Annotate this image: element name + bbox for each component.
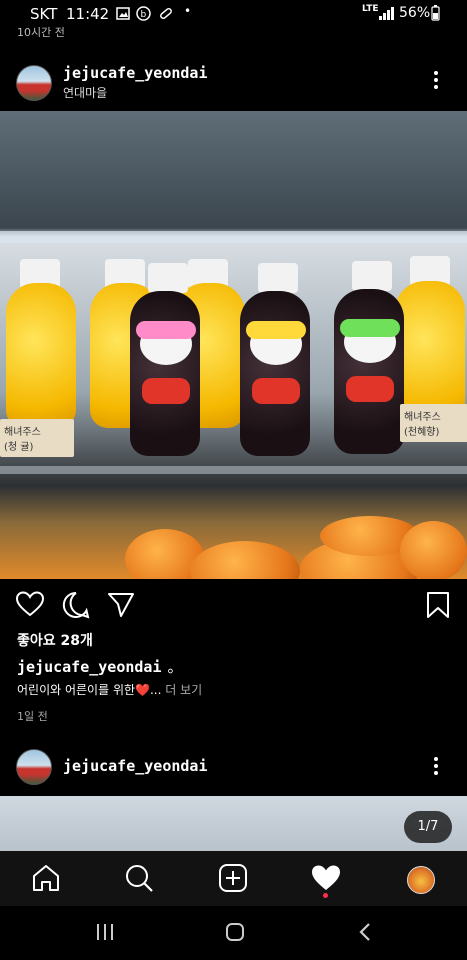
bottle-cap xyxy=(148,263,188,293)
likes-count[interactable]: 좋아요 28개 xyxy=(17,630,93,650)
caption-user-link[interactable]: jejucafe_yeondai xyxy=(17,658,162,676)
comment-button[interactable] xyxy=(62,591,90,619)
next-post-photo[interactable] xyxy=(0,796,467,851)
more-options-icon[interactable] xyxy=(432,755,440,782)
doll-scarf xyxy=(142,378,190,404)
previous-post-time: 10시간 전 xyxy=(17,26,65,39)
send-icon xyxy=(108,593,134,617)
status-bar: SKT 11:42 b • LTE 56% xyxy=(0,0,467,28)
add-icon[interactable] xyxy=(218,863,250,895)
shelf xyxy=(0,466,467,474)
home-icon[interactable] xyxy=(31,863,63,895)
orange xyxy=(400,521,467,579)
share-button[interactable] xyxy=(107,592,135,618)
b-icon: b xyxy=(136,6,151,21)
shelf xyxy=(0,231,467,243)
search-icon[interactable] xyxy=(124,863,156,895)
avatar[interactable] xyxy=(16,65,52,101)
post-time: 1일 전 xyxy=(17,710,48,723)
recents-icon[interactable] xyxy=(95,923,115,941)
bottle-cap xyxy=(258,263,298,293)
post-photo[interactable]: 해녀주스 (청 귤) 해녀주스 (천혜향) xyxy=(0,111,467,579)
doll-goggles xyxy=(136,321,196,339)
post-location[interactable]: 연대마을 xyxy=(63,84,107,101)
pill-icon xyxy=(160,8,172,19)
carousel-pager: 1/7 xyxy=(404,811,452,843)
comment-icon xyxy=(62,591,90,619)
doll-scarf xyxy=(252,378,300,404)
doll-goggles xyxy=(246,321,306,339)
doll-goggles xyxy=(340,319,400,337)
caption-text: 어린이와 어른이를 위한 xyxy=(17,683,136,697)
price-tag: 해녀주스 (천혜향) xyxy=(400,404,467,442)
carrier: SKT xyxy=(30,5,58,23)
save-button[interactable] xyxy=(426,591,450,619)
dot-icon: • xyxy=(184,4,192,18)
orange xyxy=(190,541,300,579)
battery-percent: 56% xyxy=(399,5,431,21)
network-type: LTE xyxy=(362,4,379,14)
avatar[interactable] xyxy=(16,749,52,785)
caption-ellipsis: ... xyxy=(149,683,162,697)
clock: 11:42 xyxy=(66,5,110,23)
heart-outline-icon xyxy=(16,591,44,617)
notification-dot xyxy=(323,893,328,898)
next-post-username[interactable]: jejucafe_yeondai xyxy=(63,757,208,775)
more-options-icon[interactable] xyxy=(432,69,440,96)
svg-text:b: b xyxy=(141,10,147,20)
caption-username: jejucafe_yeondai 。 xyxy=(17,656,183,677)
red-heart-emoji: ❤️ xyxy=(135,683,150,697)
gallery-icon xyxy=(116,7,130,20)
more-link[interactable]: 더 보기 xyxy=(165,683,202,697)
battery-icon xyxy=(431,5,440,21)
like-button[interactable] xyxy=(16,591,44,617)
haenyeo-bottle xyxy=(240,291,310,456)
home-button-icon[interactable] xyxy=(225,922,245,942)
haenyeo-bottle xyxy=(130,291,200,456)
heart-icon[interactable] xyxy=(311,864,343,896)
bottle-cap xyxy=(352,261,392,291)
profile-icon[interactable] xyxy=(407,866,435,894)
back-icon[interactable] xyxy=(358,922,372,942)
bookmark-icon xyxy=(427,592,449,618)
juice-bottle xyxy=(6,283,76,428)
price-tag: 해녀주스 (청 귤) xyxy=(0,419,74,457)
caption: 어린이와 어른이를 위한❤️... 더 보기 xyxy=(17,681,202,698)
doll-scarf xyxy=(346,376,394,402)
post-username[interactable]: jejucafe_yeondai xyxy=(63,64,208,82)
caption-mark: 。 xyxy=(167,658,183,676)
haenyeo-bottle xyxy=(334,289,404,454)
signal-icon xyxy=(379,7,394,20)
